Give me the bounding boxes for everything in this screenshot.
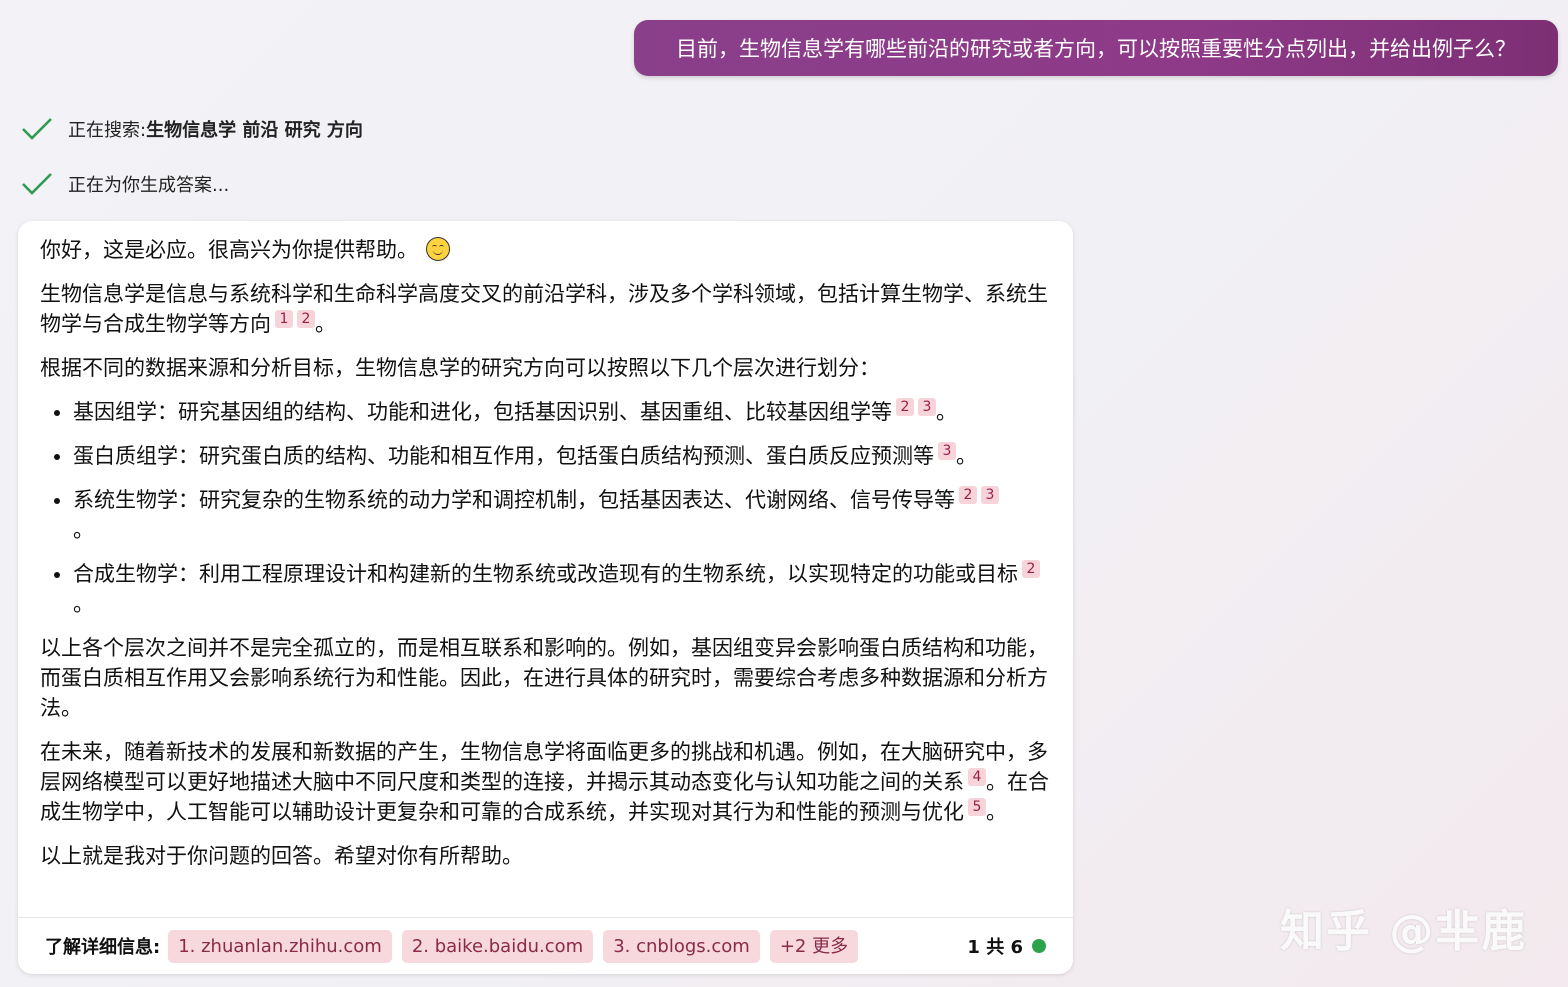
citation-badge[interactable]: 4 [968,768,986,786]
citation-badge[interactable]: 2 [297,310,315,328]
citation-badge[interactable]: 2 [896,398,914,416]
list-item: 蛋白质组学：研究蛋白质的结构、功能和相互作用，包括蛋白质结构预测、蛋白质反应预测… [73,441,1051,471]
citation-badge[interactable]: 2 [959,486,977,504]
smiley-icon [426,237,450,261]
search-query: 生物信息学 前沿 研究 方向 [146,120,363,141]
closing-paragraph: 以上就是我对于你问题的回答。希望对你有所帮助。 [40,844,523,868]
period: 。 [986,800,1007,824]
division-paragraph: 根据不同的数据来源和分析目标，生物信息学的研究方向可以按照以下几个层次进行划分： [40,356,880,380]
search-status: 正在搜索: 生物信息学 前沿 研究 方向 [20,116,363,142]
user-message-text: 目前，生物信息学有哪些前沿的研究或者方向，可以按照重要性分点列出，并给出例子么？ [676,37,1516,61]
citation-badge[interactable]: 1 [275,310,293,328]
citation-badge[interactable]: 3 [918,398,936,416]
sources-footer: 了解详细信息: 1. zhuanlan.zhihu.com 2. baike.b… [18,917,1073,974]
greeting-paragraph: 你好，这是必应。很高兴为你提供帮助。 [40,235,1051,265]
status-dot-icon [1032,939,1046,953]
list-item: 系统生物学：研究复杂的生物系统的动力学和调控机制，包括基因表达、代谢网络、信号传… [73,485,1051,545]
generating-status: 正在为你生成答案... [20,171,229,197]
check-icon [22,118,52,140]
citation-badge[interactable]: 2 [1022,560,1040,578]
list-item: 合成生物学：利用工程原理设计和构建新的生物系统或改造现有的生物系统，以实现特定的… [73,559,1051,619]
list-item-text: 蛋白质组学：研究蛋白质的结构、功能和相互作用，包括蛋白质结构预测、蛋白质反应预测… [73,444,934,468]
intro-text: 生物信息学是信息与系统科学和生命科学高度交叉的前沿学科，涉及多个学科领域，包括计… [40,282,1048,336]
source-link[interactable]: 1. zhuanlan.zhihu.com [168,929,392,963]
intro-paragraph: 生物信息学是信息与系统科学和生命科学高度交叉的前沿学科，涉及多个学科领域，包括计… [40,279,1051,339]
answer-card: 你好，这是必应。很高兴为你提供帮助。 生物信息学是信息与系统科学和生命科学高度交… [18,221,1073,974]
turn-counter-text: 1 共 6 [967,937,1023,958]
source-link[interactable]: 2. baike.baidu.com [401,929,594,963]
user-message-bubble: 目前，生物信息学有哪些前沿的研究或者方向，可以按照重要性分点列出，并给出例子么？ [634,20,1558,76]
period: 。 [956,444,977,468]
relation-paragraph: 以上各个层次之间并不是完全孤立的，而是相互联系和影响的。例如，基因组变异会影响蛋… [40,636,1048,720]
generating-status-label: 正在为你生成答案... [68,175,230,196]
future-text-1: 在未来，随着新技术的发展和新数据的产生，生物信息学将面临更多的挑战和机遇。例如，… [40,740,1048,794]
learn-more-label: 了解详细信息: [45,937,161,958]
source-link[interactable]: 3. cnblogs.com [603,929,760,963]
research-direction-list: 基因组学：研究基因组的结构、功能和进化，包括基因识别、基因重组、比较基因组学等2… [40,397,1051,619]
list-item-text: 基因组学：研究基因组的结构、功能和进化，包括基因识别、基因重组、比较基因组学等 [73,400,892,424]
list-item: 基因组学：研究基因组的结构、功能和进化，包括基因识别、基因重组、比较基因组学等2… [73,397,1051,427]
period: 。 [73,518,94,542]
watermark: 知乎 @芈鹿 [1280,906,1528,957]
check-icon [22,173,52,195]
future-paragraph: 在未来，随着新技术的发展和新数据的产生，生物信息学将面临更多的挑战和机遇。例如，… [40,737,1051,827]
turn-counter: 1 共 6 [967,933,1046,959]
more-sources-button[interactable]: +2 更多 [769,929,859,963]
citation-badge[interactable]: 5 [968,798,986,816]
list-item-text: 合成生物学：利用工程原理设计和构建新的生物系统或改造现有的生物系统，以实现特定的… [73,562,1018,586]
period: 。 [936,400,957,424]
period: 。 [315,312,336,336]
list-item-text: 系统生物学：研究复杂的生物系统的动力学和调控机制，包括基因表达、代谢网络、信号传… [73,488,955,512]
citation-badge[interactable]: 3 [938,442,956,460]
period: 。 [73,592,94,616]
citation-badge[interactable]: 3 [981,486,999,504]
greeting-text: 你好，这是必应。很高兴为你提供帮助。 [40,238,418,262]
search-status-label: 正在搜索: [68,120,147,141]
